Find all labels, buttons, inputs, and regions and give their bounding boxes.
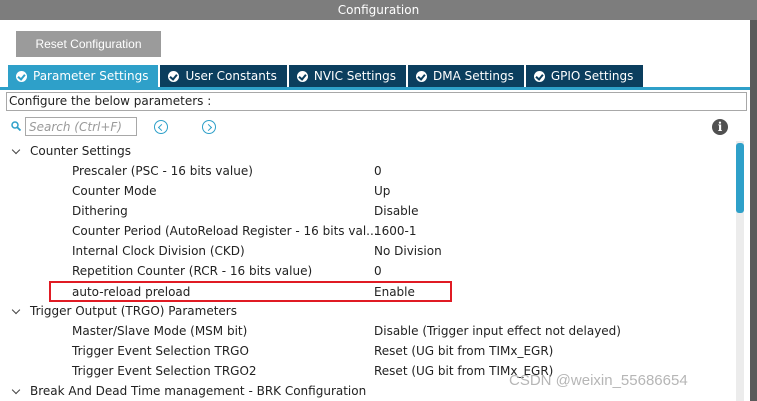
group-trigger-output[interactable]: Trigger Output (TRGO) Parameters [0,301,735,321]
configure-text: Configure the below parameters : [6,92,747,111]
check-circle-icon [16,70,27,82]
param-label: Counter Mode [72,184,157,198]
tab-dma-settings[interactable]: DMA Settings [407,65,524,87]
tab-parameter-settings[interactable]: Parameter Settings [8,65,159,87]
tab-nvic-settings[interactable]: NVIC Settings [288,65,406,87]
reset-configuration-button[interactable]: Reset Configuration [16,31,161,57]
param-label: Master/Slave Mode (MSM bit) [72,324,248,338]
search-icon [11,121,21,131]
param-label: Trigger Event Selection TRGO [72,344,249,358]
param-value[interactable]: 0 [374,161,382,181]
param-value[interactable]: No Division [374,241,442,261]
search-input[interactable] [25,117,137,136]
tab-underline [0,87,750,90]
tab-user-constants[interactable]: User Constants [160,65,287,87]
param-row[interactable]: Master/Slave Mode (MSM bit) Disable (Tri… [0,321,735,341]
param-value[interactable]: 0 [374,261,382,281]
tab-gpio-settings[interactable]: GPIO Settings [525,65,644,87]
param-row[interactable]: Trigger Event Selection TRGO Reset (UG b… [0,341,735,361]
param-value[interactable]: Up [374,181,390,201]
check-circle-icon [296,70,308,82]
tab-label: DMA Settings [432,69,514,83]
chevron-down-icon[interactable] [11,305,21,315]
tab-label: Parameter Settings [33,69,149,83]
check-circle-icon [168,70,180,82]
info-icon[interactable]: i [712,119,728,135]
param-label: Internal Clock Division (CKD) [72,244,245,258]
param-label: Repetition Counter (RCR - 16 bits value) [72,264,313,278]
window-border [750,20,757,401]
group-label: Counter Settings [30,144,131,158]
tab-label: NVIC Settings [313,69,396,83]
watermark: CSDN @weixin_55686654 [509,372,688,389]
param-label: Prescaler (PSC - 16 bits value) [72,164,253,178]
param-row[interactable]: Prescaler (PSC - 16 bits value) 0 [0,161,735,181]
group-label: Trigger Output (TRGO) Parameters [30,304,237,318]
param-row[interactable]: Internal Clock Division (CKD) No Divisio… [0,241,735,261]
check-circle-icon [533,70,545,82]
param-row[interactable]: Dithering Disable [0,201,735,221]
highlight-box [49,281,452,302]
chevron-down-icon[interactable] [11,385,21,395]
param-row[interactable]: Repetition Counter (RCR - 16 bits value)… [0,261,735,281]
scrollbar-thumb[interactable] [736,143,744,213]
tab-label: User Constants [185,69,277,83]
param-label: Trigger Event Selection TRGO2 [72,364,257,378]
param-row[interactable]: Counter Period (AutoReload Register - 16… [0,221,735,241]
chevron-down-icon[interactable] [11,145,21,155]
previous-match-icon[interactable] [154,120,168,134]
param-value[interactable]: Disable [374,201,419,221]
group-counter-settings[interactable]: Counter Settings [0,141,735,161]
window-title: Configuration [0,0,757,20]
check-circle-icon [415,70,427,82]
tab-label: GPIO Settings [550,69,634,83]
param-value[interactable]: Disable (Trigger input effect not delaye… [374,321,621,341]
param-value[interactable]: Reset (UG bit from TIMx_EGR) [374,341,553,361]
param-row[interactable]: Counter Mode Up [0,181,735,201]
param-value[interactable]: 1600-1 [374,221,417,241]
param-label: Counter Period (AutoReload Register - 16… [72,224,378,238]
param-label: Dithering [72,204,128,218]
next-match-icon[interactable] [202,120,216,134]
tab-bar: Parameter Settings User Constants NVIC S… [8,65,645,87]
group-label: Break And Dead Time management - BRK Con… [30,384,367,398]
